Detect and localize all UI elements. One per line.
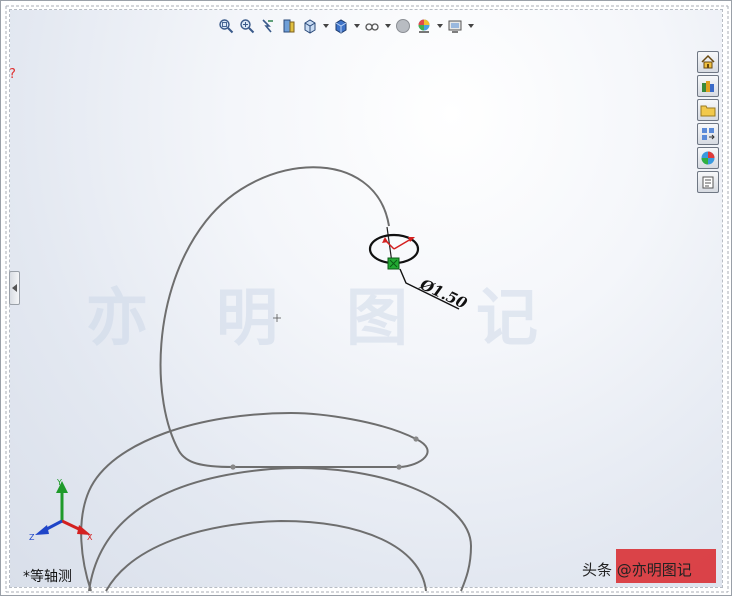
graphics-window: ? 亦 明 图 记 Ø1.50 Y X Z *等轴测 头条 @亦明图记: [0, 0, 732, 596]
watermark: 亦 明 图 记: [86, 281, 538, 354]
watermark-char: 亦: [86, 281, 148, 354]
watermark-char: 记: [476, 281, 538, 354]
curve-point[interactable]: [396, 464, 402, 470]
credit-text: 头条 @亦明图记: [582, 561, 692, 579]
watermark-char: 图: [346, 281, 408, 354]
helix-path-middle[interactable]: [88, 467, 473, 592]
profile-sketch: [368, 226, 420, 270]
triad-z-label: Z: [29, 533, 35, 542]
curve-points: [230, 436, 419, 470]
dimension-value[interactable]: Ø1.50: [416, 275, 470, 313]
diameter-dimension[interactable]: Ø1.50: [399, 268, 470, 313]
view-orientation-label: *等轴测: [23, 569, 72, 585]
helix-path-upper[interactable]: [80, 166, 429, 592]
triad-z-arrow-icon: [35, 525, 49, 535]
curve-point[interactable]: [230, 464, 236, 470]
watermark-char: 明: [216, 281, 278, 354]
sketch-axis-marker: [383, 238, 412, 250]
helix-path-lower[interactable]: [105, 519, 427, 592]
curve-point[interactable]: [413, 436, 419, 442]
sketch-canvas[interactable]: 亦 明 图 记 Ø1.50 Y X Z: [1, 1, 732, 597]
sweep-path-curves: [80, 166, 473, 592]
triad-y-label: Y: [56, 478, 62, 487]
red-arrow-icon: [382, 237, 388, 243]
triad-x-label: X: [87, 533, 93, 542]
